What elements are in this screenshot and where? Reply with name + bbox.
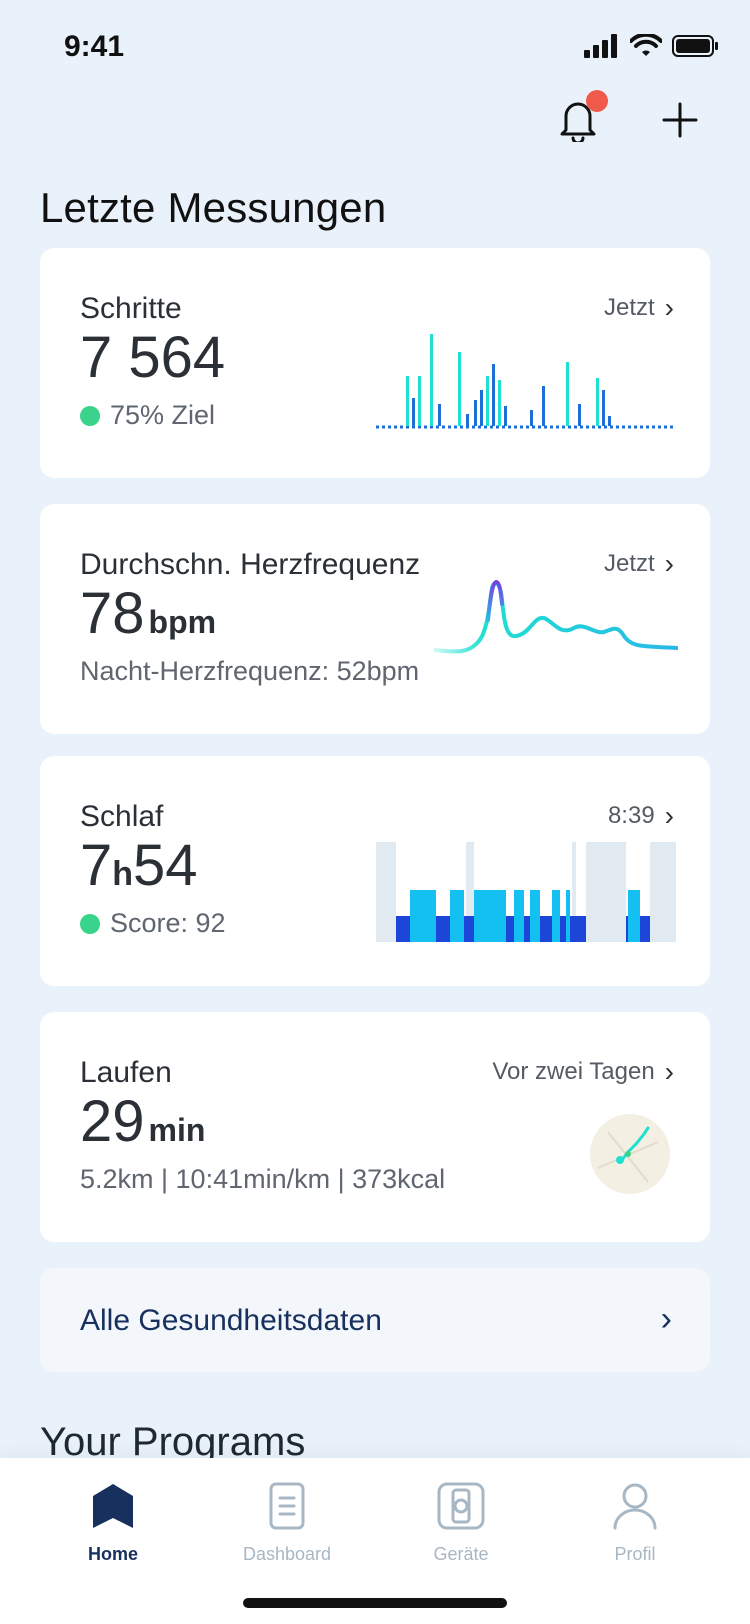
profile-icon — [613, 1483, 657, 1530]
notifications-button[interactable] — [554, 90, 608, 144]
top-actions — [554, 90, 704, 144]
running-unit: min — [148, 1112, 206, 1148]
steps-bar — [474, 400, 477, 426]
steps-bar — [566, 362, 569, 426]
heart-rate-number: 78 — [80, 581, 145, 646]
steps-bar — [418, 376, 421, 426]
sleep-score: Score: 92 — [80, 908, 226, 939]
wifi-icon — [630, 34, 662, 56]
steps-bar — [480, 390, 483, 426]
add-button[interactable] — [656, 96, 704, 144]
home-indicator — [243, 1598, 507, 1608]
nav-home-label: Home — [87, 1544, 138, 1564]
steps-bar — [530, 410, 533, 426]
sleep-minutes: 54 — [133, 833, 198, 898]
steps-goal: 75% Ziel — [80, 400, 215, 431]
notification-badge — [586, 90, 608, 112]
heart-rate-link-label: Jetzt — [603, 550, 655, 577]
steps-bar — [578, 404, 581, 426]
heart-rate-link[interactable]: Jetzt › — [604, 550, 674, 578]
heart-rate-card[interactable]: Durchschn. Herzfrequenz 78 bpm Nacht-Herz… — [40, 504, 710, 734]
dashboard-icon — [269, 1482, 305, 1530]
sleep-card[interactable]: Schlaf 7h54 Score: 92 8:39 › — [40, 756, 710, 986]
heart-rate-chart — [434, 580, 678, 654]
steps-bar — [498, 380, 501, 426]
sleep-title: Schlaf — [80, 800, 164, 833]
steps-bar — [406, 376, 409, 426]
nav-profile[interactable]: Profil — [560, 1478, 710, 1565]
running-title: Laufen — [80, 1056, 172, 1089]
steps-bar — [438, 404, 441, 426]
steps-bar — [466, 414, 469, 426]
page-title: Letzte Messungen — [40, 184, 387, 232]
nav-home[interactable]: Home — [38, 1478, 188, 1565]
running-number: 29 — [80, 1089, 145, 1154]
sleep-hours-unit: h — [112, 855, 134, 893]
running-card[interactable]: Laufen 29 min 5.2km | 10:41min/km | 373kc… — [40, 1012, 710, 1242]
running-value: 29 min — [80, 1090, 205, 1162]
sleep-link-label: 8:39 — [607, 802, 655, 829]
status-bar: 9:41 — [0, 0, 750, 90]
steps-bar — [602, 390, 605, 426]
nav-dashboard-label: Dashboard — [242, 1544, 332, 1564]
chevron-right-icon: › — [664, 292, 674, 323]
chevron-right-icon: › — [660, 1300, 672, 1338]
steps-bar — [542, 386, 545, 426]
steps-bar — [492, 364, 495, 426]
steps-bar — [430, 334, 433, 426]
running-link-label: Vor zwei Tagen — [492, 1058, 655, 1085]
running-stats: 5.2km | 10:41min/km | 373kcal — [80, 1164, 446, 1194]
route-map-thumbnail — [590, 1114, 670, 1194]
steps-card[interactable]: Schritte 7 564 75% Ziel Jetzt › — [40, 248, 710, 478]
sleep-value: 7h54 — [80, 834, 198, 906]
heart-rate-value: 78 bpm — [80, 582, 216, 654]
nav-profile-label: Profil — [614, 1544, 656, 1564]
steps-chart — [376, 334, 676, 429]
all-health-data-label: Alle Gesundheitsdaten — [80, 1304, 382, 1337]
steps-bar — [486, 376, 489, 426]
steps-title: Schritte — [80, 292, 182, 325]
watch-icon — [437, 1482, 485, 1530]
sleep-link[interactable]: 8:39 › — [608, 802, 674, 830]
steps-bar — [458, 352, 461, 426]
chevron-right-icon: › — [664, 800, 674, 831]
goal-status-dot — [80, 405, 100, 426]
nav-devices-label: Geräte — [433, 1544, 489, 1564]
chevron-right-icon: › — [664, 548, 674, 579]
heart-rate-title: Durchschn. Herzfrequenz — [80, 548, 421, 581]
running-link[interactable]: Vor zwei Tagen › — [492, 1058, 674, 1086]
nav-dashboard[interactable]: Dashboard — [212, 1478, 362, 1565]
nav-devices[interactable]: Geräte — [386, 1478, 536, 1565]
status-icons — [584, 34, 720, 58]
steps-link[interactable]: Jetzt › — [604, 294, 674, 322]
sleep-chart — [376, 842, 676, 942]
sleep-hours: 7 — [80, 833, 113, 898]
all-health-data-button[interactable]: Alle Gesundheitsdaten › — [40, 1268, 710, 1372]
steps-bar — [608, 416, 611, 426]
status-time: 9:41 — [64, 30, 125, 63]
cellular-signal-icon — [584, 34, 617, 58]
steps-goal-text: 75% Ziel — [110, 400, 216, 430]
score-status-dot — [80, 913, 100, 934]
steps-bar — [412, 398, 415, 426]
steps-value: 7 564 — [80, 325, 226, 390]
battery-icon — [672, 35, 718, 57]
chevron-right-icon: › — [664, 1056, 674, 1087]
steps-bar — [504, 406, 507, 426]
steps-bar — [596, 378, 599, 426]
sleep-score-text: Score: 92 — [110, 908, 226, 938]
plus-icon — [662, 102, 698, 138]
heart-rate-unit: bpm — [148, 604, 217, 640]
steps-link-label: Jetzt — [603, 294, 655, 321]
home-icon — [93, 1484, 133, 1528]
night-heart-rate: Nacht-Herzfrequenz: 52bpm — [80, 656, 420, 686]
heart-rate-line — [434, 581, 678, 654]
